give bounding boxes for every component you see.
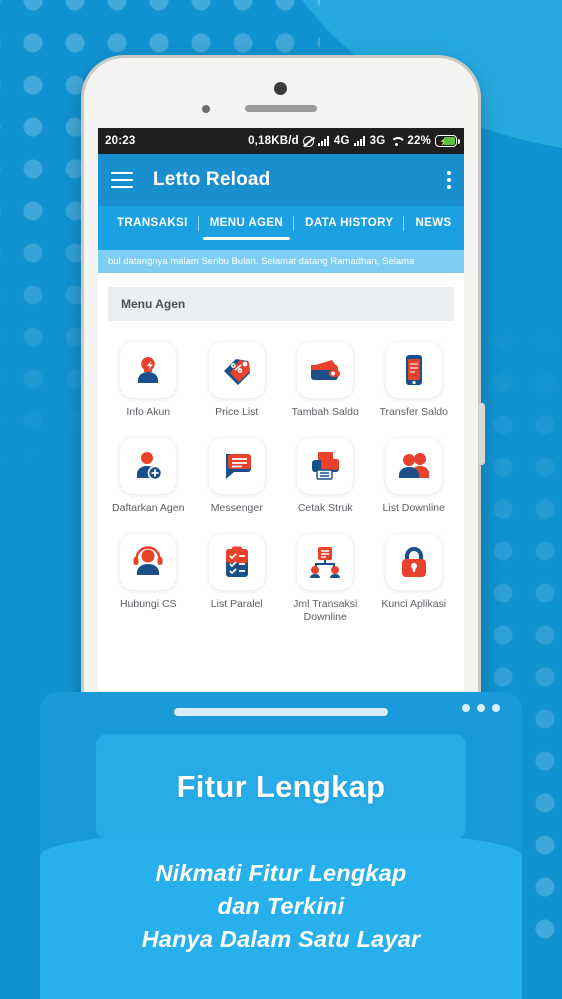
menu-item-label: Transfer Saldo (379, 406, 448, 418)
tagline-line-3: Hanya Dalam Satu Layar (141, 926, 421, 952)
printer-icon (297, 438, 354, 494)
menu-item-label: Messenger (210, 502, 263, 514)
tab-data-history[interactable]: DATA HISTORY (293, 216, 404, 231)
menu-item-list-downline[interactable]: List Downline (370, 429, 459, 525)
price-tag-icon (208, 342, 265, 398)
front-camera-icon (274, 82, 287, 95)
marquee-ticker: bul datangnya malam Seribu Bulan. Selama… (98, 250, 464, 273)
menu-item-label: Tambah Saldo (291, 406, 359, 418)
tab-menu-agen[interactable]: MENU AGEN (197, 216, 294, 240)
wallet-icon (297, 342, 354, 398)
menu-item-label: Price List (215, 406, 259, 418)
promo-panel: Fitur Lengkap Nikmati Fitur Lengkap dan … (40, 692, 522, 999)
page-title: Letto Reload (153, 169, 271, 190)
tagline-line-1: Nikmati Fitur Lengkap (155, 860, 407, 886)
hamburger-icon[interactable] (111, 172, 133, 188)
wifi-icon (389, 136, 403, 147)
network-tree-icon (297, 534, 354, 590)
mobile-phone-icon (385, 342, 442, 398)
menu-item-kunci-aplikasi[interactable]: Kunci Aplikasi (370, 525, 459, 634)
menu-item-label: Cetak Struk (297, 502, 353, 514)
status-network-2: 3G (369, 135, 386, 147)
signal-bars-icon-2 (353, 136, 366, 146)
menu-item-label: Hubungi CS (119, 598, 177, 610)
menu-item-label: Daftarkan Agen (112, 502, 185, 514)
menu-grid: Info Akun Price List Tambah Saldo Transf… (98, 321, 464, 634)
menu-item-hubungi-cs[interactable]: Hubungi CS (104, 525, 193, 634)
signal-bars-icon-1 (317, 136, 330, 146)
status-data-rate: 0,18KB/d (248, 135, 299, 147)
user-profile-icon (120, 342, 177, 398)
menu-item-label: List Downline (382, 502, 445, 514)
headset-support-icon (120, 534, 177, 590)
menu-item-list-paralel[interactable]: List Paralel (193, 525, 282, 634)
window-dots-icon (462, 704, 500, 712)
phone-side-button (479, 403, 485, 465)
status-time: 20:23 (105, 135, 136, 147)
menu-item-label: List Paralel (210, 598, 263, 610)
menu-item-label: Info Akun (126, 406, 171, 418)
chat-bubble-icon (208, 438, 265, 494)
status-network-1: 4G (333, 135, 350, 147)
section-header: Menu Agen (108, 287, 454, 321)
menu-item-daftarkan-agen[interactable]: Daftarkan Agen (104, 429, 193, 525)
menu-item-info-akun[interactable]: Info Akun (104, 333, 193, 429)
menu-item-label: Kunci Aplikasi (381, 598, 447, 610)
user-add-icon (120, 438, 177, 494)
app-toolbar: Letto Reload (98, 154, 464, 206)
group-users-icon (385, 438, 442, 494)
menu-item-transfer-saldo[interactable]: Transfer Saldo (370, 333, 459, 429)
menu-item-cetak-struk[interactable]: Cetak Struk (281, 429, 370, 525)
clipboard-checklist-icon (208, 534, 265, 590)
phone-mockup: 20:23 0,18KB/d 4G 3G 22% ⚡ Letto Reload (84, 58, 485, 718)
window-bar-icon (174, 708, 388, 716)
tab-news[interactable]: NEWS (403, 216, 462, 231)
earpiece-speaker-icon (245, 105, 317, 112)
hero-title: Fitur Lengkap (176, 768, 386, 804)
promo-tagline: Nikmati Fitur Lengkap dan Terkini Hanya … (40, 857, 522, 956)
menu-item-price-list[interactable]: Price List (193, 333, 282, 429)
tab-transaksi[interactable]: TRANSAKSI (106, 217, 199, 229)
status-battery-percent: 22% (407, 135, 431, 147)
padlock-icon (385, 534, 442, 590)
partially-visible-row (98, 634, 464, 650)
phone-screen: 20:23 0,18KB/d 4G 3G 22% ⚡ Letto Reload (98, 128, 464, 718)
phone-top-bezel (84, 58, 478, 128)
hero-card: Fitur Lengkap (96, 734, 466, 839)
battery-charging-icon: ⚡ (435, 135, 460, 147)
menu-item-messenger[interactable]: Messenger (193, 429, 282, 525)
menu-item-jml-transaksi-downline[interactable]: Jml Transaksi Downline (281, 525, 370, 634)
kebab-menu-icon[interactable] (447, 171, 451, 189)
tagline-line-2: dan Terkini (217, 893, 345, 919)
proximity-sensor-icon (202, 105, 210, 113)
alarm-off-icon (302, 135, 314, 147)
tab-bar: TRANSAKSI MENU AGEN DATA HISTORY NEWS (98, 206, 464, 250)
menu-item-tambah-saldo[interactable]: Tambah Saldo (281, 333, 370, 429)
menu-item-label: Jml Transaksi Downline (293, 598, 358, 623)
status-bar: 20:23 0,18KB/d 4G 3G 22% ⚡ (98, 128, 464, 154)
